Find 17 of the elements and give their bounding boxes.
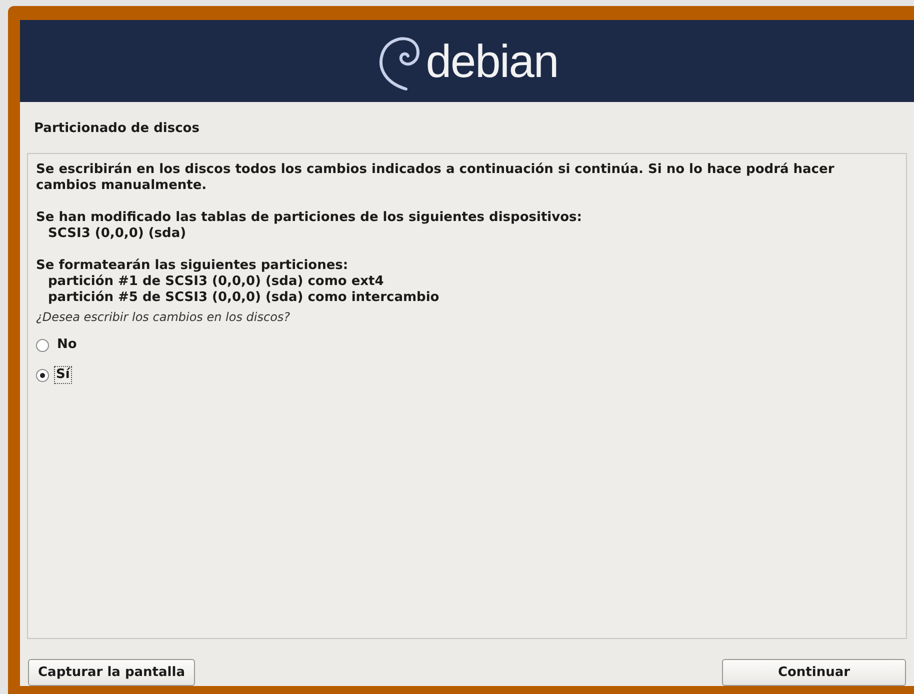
radio-button[interactable] <box>36 368 49 382</box>
section-heading: Se formatearán las siguientes particiones: <box>36 258 348 274</box>
screenshot-button[interactable]: Capturar la pantalla <box>28 659 195 686</box>
radio-button[interactable] <box>36 338 49 352</box>
intro-text: Se escribirán en los discos todos los cambios indicados a continuación si continúa. Si no lo hace podrá hacer cambios manualmente. <box>36 162 836 194</box>
option-label: No <box>56 336 78 354</box>
device-line: SCSI3 (0,0,0) (sda) <box>47 226 186 242</box>
device-line: partición #1 de SCSI3 (0,0,0) (sda) como ext4 <box>47 274 384 290</box>
radio-option[interactable]: No <box>36 336 80 354</box>
page-title: Particionado de discos <box>34 121 200 136</box>
section-heading: Se han modificado las tablas de particiones de los siguientes dispositivos: <box>36 210 582 226</box>
device-line: partición #5 de SCSI3 (0,0,0) (sda) como intercambio <box>47 290 440 306</box>
option-label: Sí <box>54 366 72 384</box>
continue-button[interactable]: Continuar <box>722 659 906 686</box>
radio-option[interactable]: Sí <box>36 366 72 384</box>
question-text: ¿Desea escribir los cambios en los discos? <box>36 310 290 324</box>
logo-text: debian <box>426 38 558 84</box>
